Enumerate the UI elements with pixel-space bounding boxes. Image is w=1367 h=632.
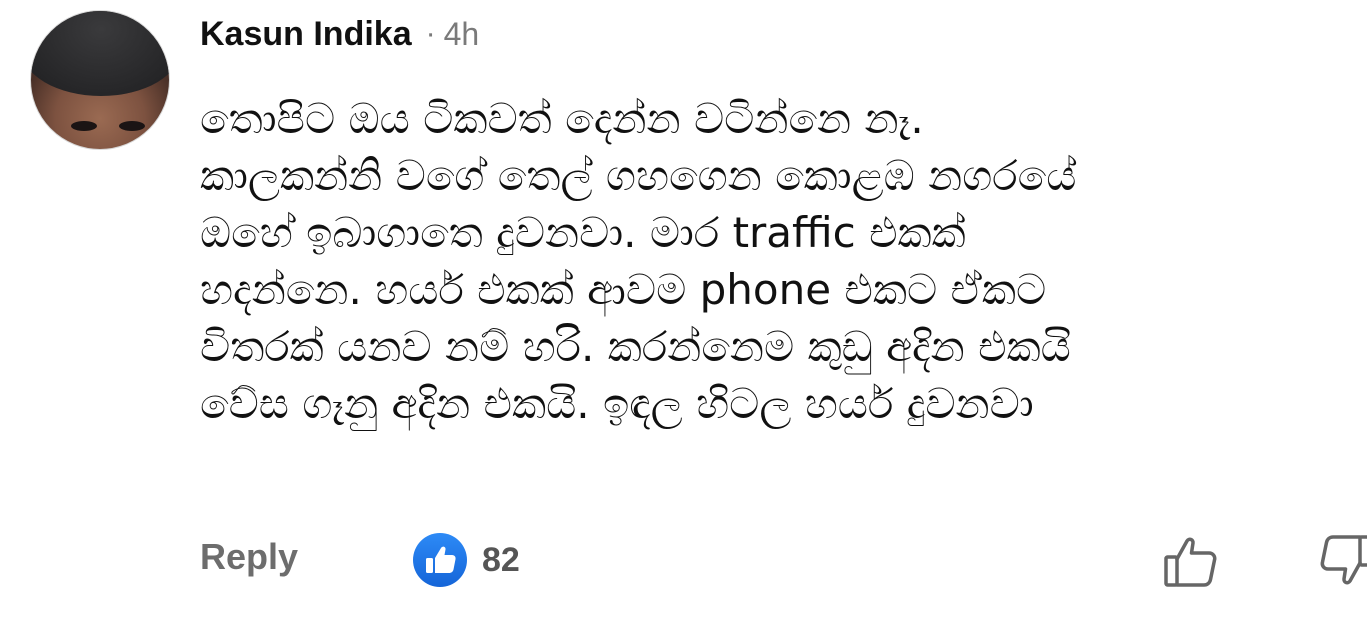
comment-text-line: කාලකන්නි වගේ තෙල් ගහගෙන කොළඹ නගරයේ <box>200 151 1077 200</box>
like-badge-icon <box>413 533 467 587</box>
user-avatar[interactable] <box>30 10 170 150</box>
comment-header: Kasun Indika · 4h <box>200 14 479 54</box>
comment-text-line: තොපිට ඔය ටිකවත් දෙන්න වටින්නෙ නෑ. <box>200 94 924 143</box>
comment: Kasun Indika · 4h තොපිට ඔය ටිකවත් දෙන්න … <box>0 0 1367 632</box>
comment-text-line: විතරක් යනව නම් හරි. කරන්නෙම කුඩු අදින එක… <box>200 322 1071 371</box>
timestamp: 4h <box>443 15 480 52</box>
avatar-hair <box>31 11 169 96</box>
comment-text-line: ඔහේ ඉබාගාතෙ දුවනවා. මාර traffic එකක් <box>200 208 966 257</box>
thumbs-up-icon[interactable] <box>1160 530 1222 592</box>
thumbs-down-icon[interactable] <box>1312 530 1367 592</box>
avatar-eye <box>71 121 97 131</box>
like-count: 82 <box>482 540 520 579</box>
comment-text-line: වේස ගෑනු අදින එකයි. ඉඳල හිටල හයර් දුවනවා <box>200 379 1034 428</box>
author-name[interactable]: Kasun Indika <box>200 15 412 54</box>
like-summary[interactable]: 82 <box>412 532 520 588</box>
comment-text-line: හදන්නෙ. හයර් එකක් ආවම phone එකට ඒකට <box>200 265 1047 314</box>
separator-dot: · <box>425 17 436 50</box>
reply-button[interactable]: Reply <box>200 536 298 578</box>
comment-body: තොපිට ඔය ටිකවත් දෙන්න වටින්නෙ නෑ. කාලකන්… <box>200 90 1367 432</box>
avatar-eye <box>119 121 145 131</box>
